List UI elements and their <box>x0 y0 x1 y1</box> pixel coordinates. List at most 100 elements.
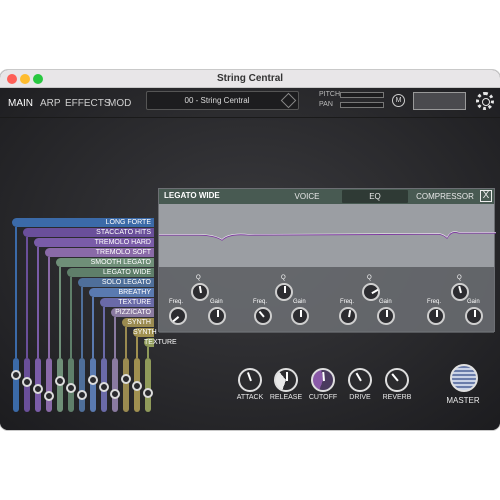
pan-slider[interactable] <box>340 102 384 108</box>
preset-selector[interactable]: 00 - String Central <box>146 91 299 110</box>
gear-icon[interactable] <box>476 92 494 110</box>
layer-12[interactable]: SYNTH 2 <box>133 328 157 345</box>
fader-handle[interactable] <box>33 384 43 394</box>
pitch-label: PITCH <box>319 91 340 98</box>
layer-10[interactable]: PIZZICATO <box>111 308 154 317</box>
band3-q-label: Q <box>367 275 372 281</box>
layer-9[interactable]: TEXTURE SWELL <box>100 298 154 315</box>
band2-gain-knob[interactable] <box>291 307 309 325</box>
layer-connector <box>15 227 17 358</box>
master-knob[interactable] <box>450 364 478 392</box>
band2-gain-label: Gain <box>293 299 306 305</box>
layer-fader-2[interactable] <box>22 358 32 412</box>
band1-freq-knob[interactable] <box>169 307 187 325</box>
layer-3[interactable]: TREMOLO HARD <box>34 238 154 247</box>
layer-connector <box>125 327 127 358</box>
window-title: String Central <box>216 73 284 84</box>
layer-connector <box>147 347 149 358</box>
layer-connector <box>59 267 61 358</box>
fader-handle[interactable] <box>22 377 32 387</box>
layer-2[interactable]: STACCATO HITS <box>23 228 154 237</box>
release-knob[interactable] <box>274 368 298 392</box>
band2-freq-knob[interactable] <box>254 307 272 325</box>
layer-fader-6[interactable] <box>66 358 76 412</box>
layer-1[interactable]: LONG FORTE <box>12 218 154 227</box>
fader-handle[interactable] <box>11 370 21 380</box>
fader-handle[interactable] <box>132 381 142 391</box>
nav-effects[interactable]: EFFECTS <box>65 98 111 109</box>
drive-knob[interactable] <box>348 368 372 392</box>
layer-8[interactable]: BREATHY <box>89 288 154 297</box>
eq-curve <box>159 231 496 241</box>
layer-5[interactable]: SMOOTH LEGATO <box>56 258 154 267</box>
layer-connector <box>37 247 39 358</box>
cutoff-knob[interactable] <box>311 368 335 392</box>
fader-handle[interactable] <box>88 375 98 385</box>
layer-fader-13[interactable] <box>143 358 153 412</box>
layer-fader-9[interactable] <box>99 358 109 412</box>
layer-connector <box>48 257 50 358</box>
fader-handle[interactable] <box>55 376 65 386</box>
title-bar: String Central <box>0 70 500 88</box>
band3-freq-label: Freq. <box>340 299 355 305</box>
nav-main[interactable]: MAIN <box>8 98 33 109</box>
layer-13[interactable]: TEXTURE <box>144 338 177 347</box>
layer-fader-3[interactable] <box>33 358 43 412</box>
reverb-knob[interactable] <box>385 368 409 392</box>
band4-freq-knob[interactable] <box>427 307 445 325</box>
layer-4[interactable]: TREMOLO SOFT <box>45 248 154 257</box>
layer-7[interactable]: SOLO LEGATO <box>78 278 154 287</box>
attack-knob[interactable] <box>238 368 262 392</box>
layer-fader-12[interactable] <box>132 358 142 412</box>
layer-connector <box>136 337 138 358</box>
tab-eq[interactable]: EQ <box>342 190 408 203</box>
band1-gain-knob[interactable] <box>208 307 226 325</box>
fader-handle[interactable] <box>110 389 120 399</box>
tab-voice[interactable]: VOICE <box>274 190 340 203</box>
layer-fader-10[interactable] <box>110 358 120 412</box>
reverb-label: REVERB <box>382 394 412 401</box>
band2-q-label: Q <box>281 275 286 281</box>
band1-q-knob[interactable] <box>191 283 209 301</box>
close-icon[interactable]: X <box>480 190 492 202</box>
band3-q-knob[interactable] <box>362 283 380 301</box>
fader-handle[interactable] <box>121 374 131 384</box>
layer-connector <box>114 317 116 358</box>
band1-gain-label: Gain <box>210 299 223 305</box>
layer-fader-7[interactable] <box>77 358 87 412</box>
layer-fader-5[interactable] <box>55 358 65 412</box>
layer-fader-4[interactable] <box>44 358 54 412</box>
band3-gain-knob[interactable] <box>377 307 395 325</box>
fader-handle[interactable] <box>77 390 87 400</box>
band1-q-label: Q <box>196 275 201 281</box>
layer-6[interactable]: LEGATO WIDE <box>67 268 154 277</box>
layer-fader-11[interactable] <box>121 358 131 412</box>
fader-handle[interactable] <box>44 391 54 401</box>
eq-curve-display[interactable] <box>159 204 496 267</box>
layer-fader-8[interactable] <box>88 358 98 412</box>
layer-connector <box>92 297 94 358</box>
eq-panel: LEGATO WIDE VOICE EQ COMPRESSOR X Q Freq… <box>158 188 496 333</box>
preset-name: 00 - String Central <box>184 96 250 105</box>
band2-q-knob[interactable] <box>275 283 293 301</box>
layer-fader-1[interactable] <box>11 358 21 412</box>
master-label: MASTER <box>446 396 480 405</box>
band3-gain-label: Gain <box>379 299 392 305</box>
band4-gain-knob[interactable] <box>465 307 483 325</box>
fader-handle[interactable] <box>143 388 153 398</box>
mod-button[interactable]: M <box>392 94 405 107</box>
fader-handle[interactable] <box>99 382 109 392</box>
layer-connector <box>26 237 28 358</box>
tab-compressor[interactable]: COMPRESSOR <box>411 190 479 203</box>
fader-handle[interactable] <box>66 383 76 393</box>
pitch-slider[interactable] <box>340 92 384 98</box>
band2-freq-label: Freq. <box>253 299 268 305</box>
pan-label: PAN <box>319 101 333 108</box>
layer-11[interactable]: SYNTH 1 <box>122 318 154 335</box>
nav-mod[interactable]: MOD <box>108 98 131 109</box>
layer-connector <box>81 287 83 358</box>
layer-connector <box>103 307 105 358</box>
band3-freq-knob[interactable] <box>339 307 357 325</box>
panel-title: LEGATO WIDE <box>164 191 220 200</box>
nav-arp[interactable]: ARP <box>40 98 61 109</box>
